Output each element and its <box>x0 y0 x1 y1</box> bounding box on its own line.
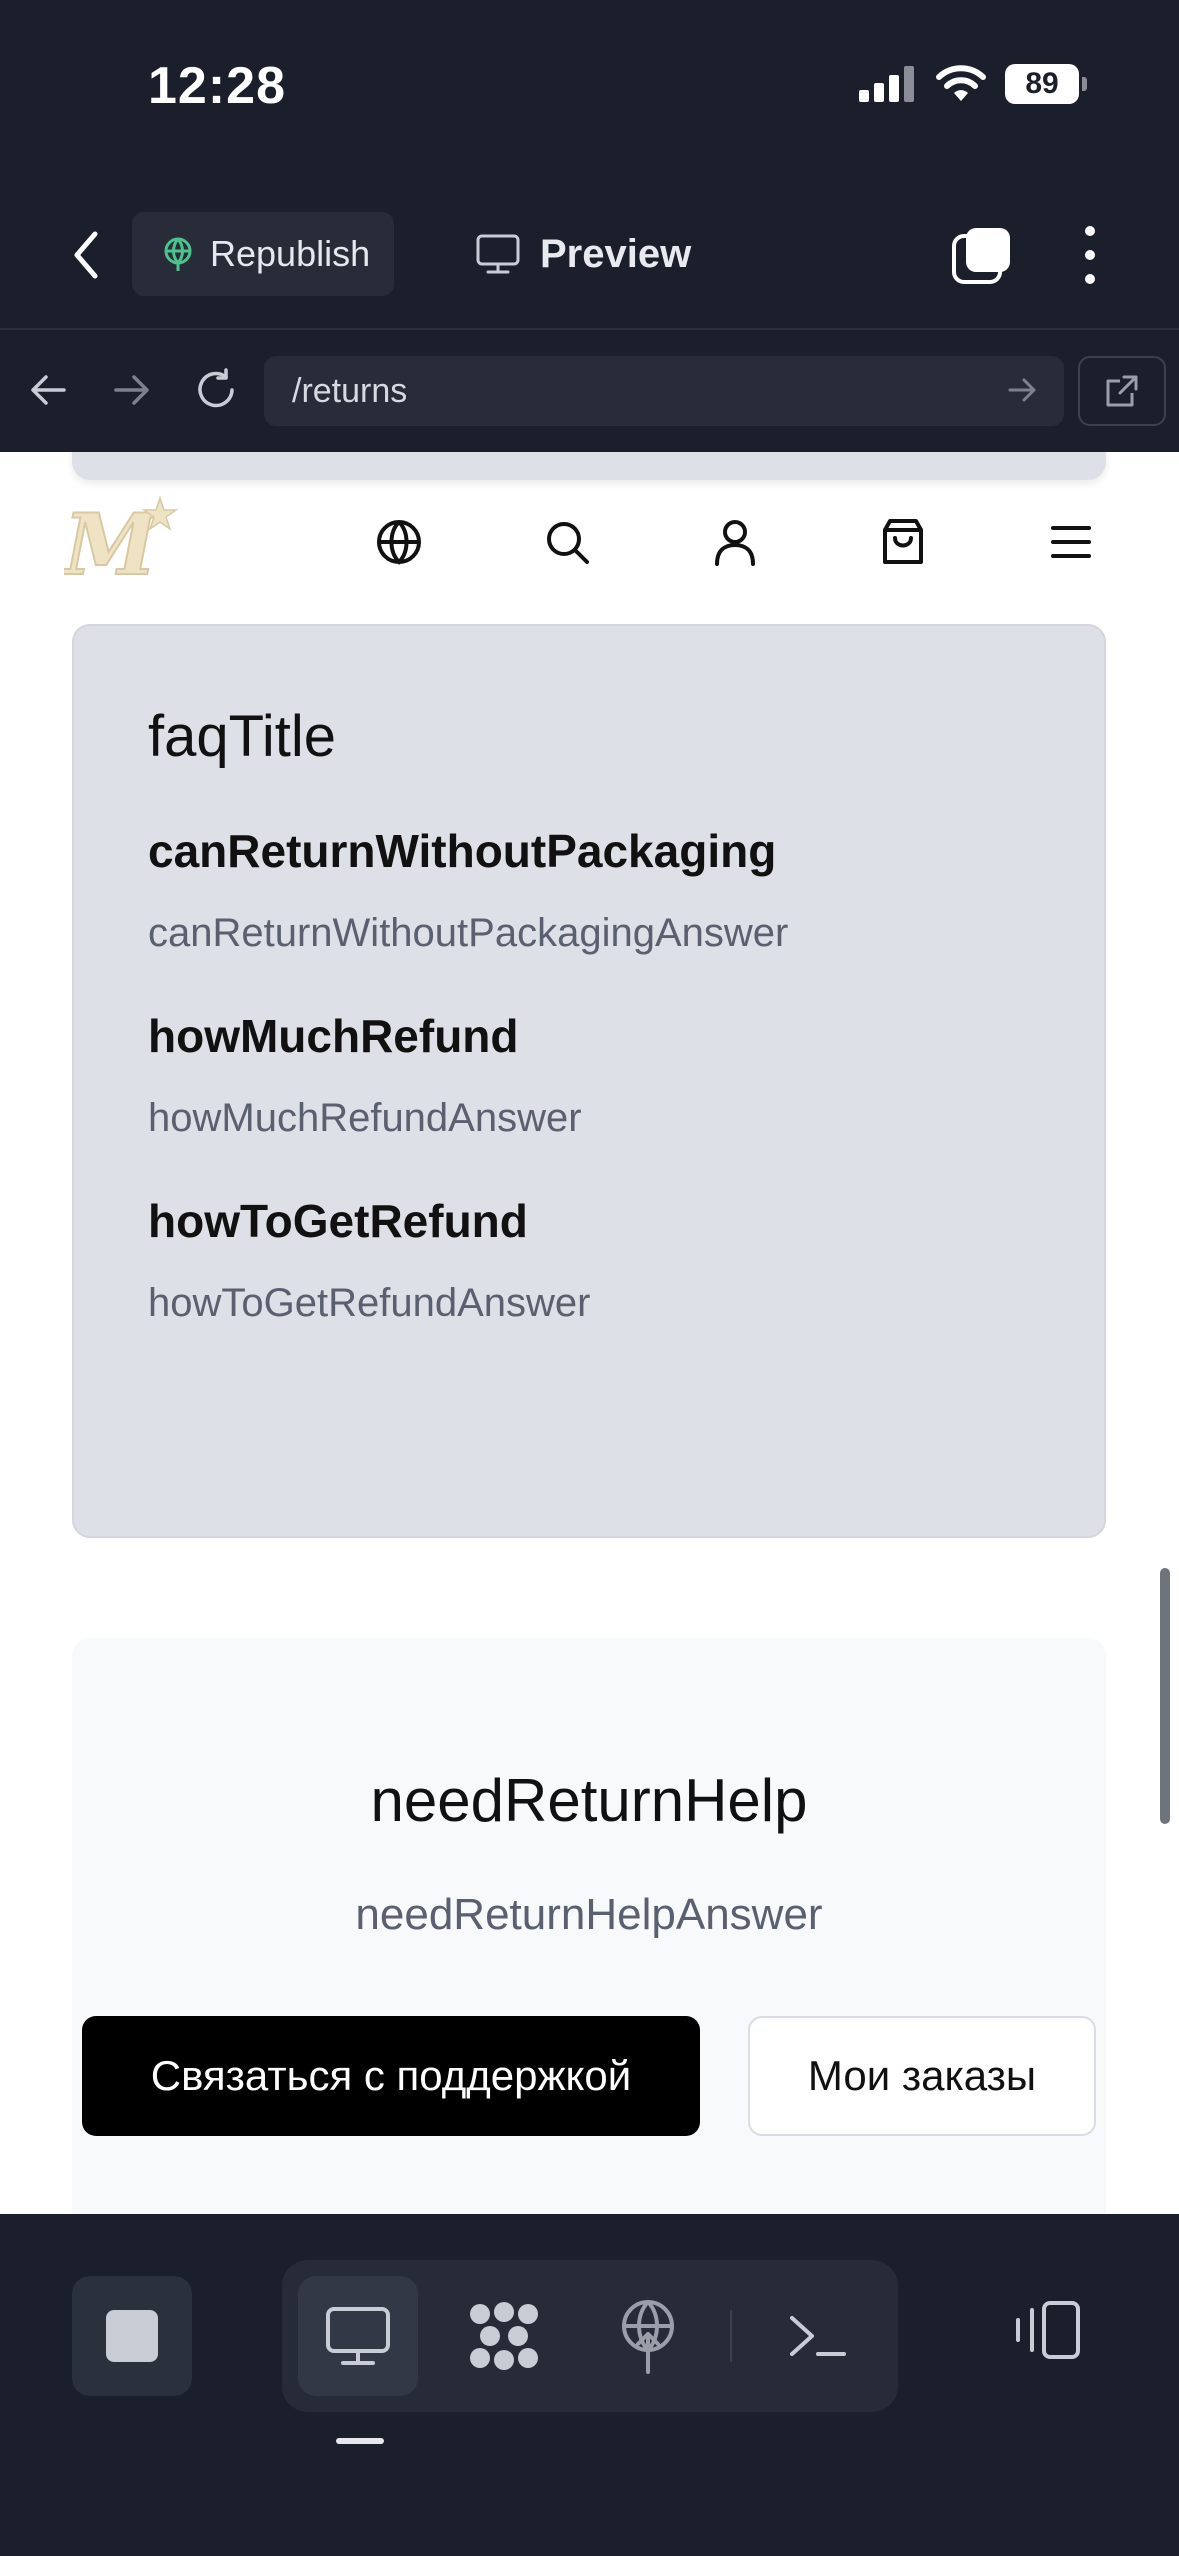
divider <box>730 2310 732 2362</box>
globe-icon <box>164 237 192 271</box>
republish-label: Republish <box>210 233 371 274</box>
logo[interactable]: M <box>64 492 184 588</box>
terminal-icon[interactable] <box>758 2276 878 2396</box>
help-title: needReturnHelp <box>370 1767 808 1834</box>
faq-answer: canReturnWithoutPackagingAnswer <box>148 910 789 955</box>
bottom-toolbar <box>0 2214 1179 2556</box>
arrow-right-icon[interactable] <box>102 360 162 420</box>
status-icons: 89 <box>859 64 1087 104</box>
help-subtitle: needReturnHelpAnswer <box>355 1890 823 1939</box>
stop-icon[interactable] <box>72 2276 192 2396</box>
user-icon[interactable] <box>707 514 763 570</box>
app-toolbar: Republish Preview <box>0 180 1179 330</box>
globe-icon[interactable] <box>371 514 427 570</box>
deploy-icon[interactable] <box>588 2276 708 2396</box>
faq-item: howToGetRefund howToGetRefundAnswer <box>148 1194 1030 1327</box>
device-toggle-icon[interactable] <box>1010 2290 1082 2370</box>
active-tab-indicator <box>336 2438 384 2444</box>
status-bar: 12:28 89 <box>0 0 1179 180</box>
republish-button[interactable]: Republish <box>132 212 394 296</box>
status-time: 12:28 <box>148 57 286 115</box>
shopping-bag-icon[interactable] <box>875 514 931 570</box>
url-input[interactable]: /returns <box>264 356 1064 426</box>
arrow-left-icon[interactable] <box>18 360 78 420</box>
battery-icon: 89 <box>1005 64 1087 104</box>
faq-answer: howMuchRefundAnswer <box>148 1095 582 1140</box>
faq-card: faqTitle canReturnWithoutPackaging canRe… <box>72 624 1106 1538</box>
windows-icon[interactable] <box>950 224 1014 288</box>
return-help-card: needReturnHelp needReturnHelpAnswer Связ… <box>72 1638 1106 2214</box>
web-viewport[interactable]: M faqTitle canReturnWithoutPackaging can… <box>0 452 1179 2214</box>
monitor-icon[interactable] <box>298 2276 418 2396</box>
search-icon[interactable] <box>539 514 595 570</box>
url-text: /returns <box>292 371 408 410</box>
chevron-left-icon[interactable] <box>62 226 110 284</box>
hamburger-menu-icon[interactable] <box>1043 514 1099 570</box>
my-orders-button[interactable]: Мои заказы <box>748 2016 1096 2136</box>
signal-icon <box>859 66 914 102</box>
faq-question: howToGetRefund <box>148 1194 528 1247</box>
monitor-icon <box>476 234 520 274</box>
site-header: M <box>0 492 1179 612</box>
preview-label: Preview <box>540 231 692 276</box>
faq-answer: howToGetRefundAnswer <box>148 1281 591 1326</box>
reload-icon[interactable] <box>186 360 246 420</box>
wifi-icon <box>936 65 986 101</box>
view-switcher <box>282 2260 898 2412</box>
external-link-icon[interactable] <box>1078 356 1166 426</box>
faq-question: howMuchRefund <box>148 1009 519 1062</box>
faq-item: howMuchRefund howMuchRefundAnswer <box>148 1009 1030 1142</box>
preview-button[interactable]: Preview <box>476 212 691 296</box>
faq-title: faqTitle <box>148 704 337 769</box>
faq-question: canReturnWithoutPackaging <box>148 824 777 877</box>
more-vertical-icon[interactable] <box>1066 220 1114 290</box>
previous-card-edge <box>72 452 1106 480</box>
go-arrow-icon[interactable] <box>1002 370 1042 410</box>
svg-text:M: M <box>64 495 160 588</box>
nodes-icon[interactable] <box>444 2276 564 2396</box>
scrollbar[interactable] <box>1160 1568 1170 1824</box>
contact-support-button[interactable]: Связаться с поддержкой <box>82 2016 700 2136</box>
url-row: /returns <box>0 330 1179 452</box>
faq-item: canReturnWithoutPackaging canReturnWitho… <box>148 824 1030 957</box>
